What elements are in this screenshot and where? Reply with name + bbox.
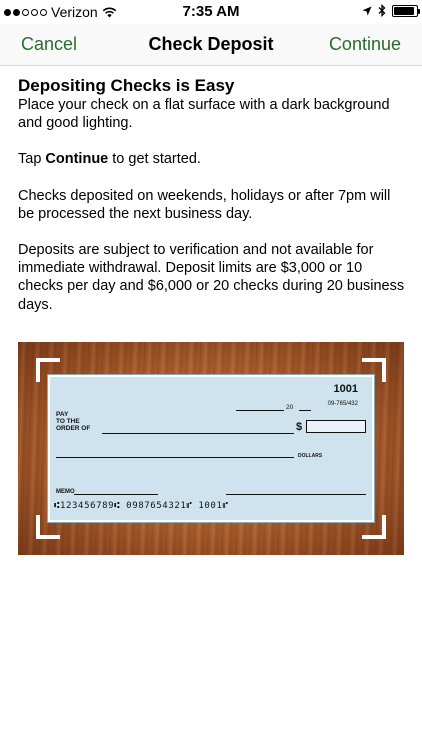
status-right	[362, 4, 420, 17]
check-date-line-year	[299, 410, 311, 411]
limits-note: Deposits are subject to verification and…	[18, 242, 405, 313]
check-pay-line3: ORDER OF	[56, 425, 91, 432]
tap-suffix: to get started.	[108, 151, 201, 168]
check-illustration: 1001 09-765/432 20 PAY TO THE ORDER OF $…	[18, 342, 404, 555]
check-number: 1001	[333, 383, 358, 395]
check-signature-line	[226, 494, 366, 495]
sample-check: 1001 09-765/432 20 PAY TO THE ORDER OF $…	[47, 374, 375, 523]
check-memo-label: MEMO	[56, 489, 75, 495]
check-date-line	[236, 410, 284, 411]
status-bar: Verizon 7:35 AM	[0, 0, 422, 24]
battery-icon	[392, 4, 420, 17]
tap-prefix: Tap	[18, 151, 46, 168]
check-amount-box	[306, 420, 366, 433]
check-dollar-sign: $	[296, 421, 303, 433]
instructions-heading: Depositing Checks is Easy	[18, 76, 235, 95]
battery-level	[394, 6, 414, 15]
check-pay-line2: TO THE	[56, 418, 80, 425]
tap-continue-text: Tap Continue to get started.	[18, 150, 408, 168]
continue-button[interactable]: Continue	[329, 34, 401, 55]
check-pay-to-label: PAY TO THE ORDER OF	[56, 411, 90, 432]
check-pay-line1: PAY	[56, 411, 69, 418]
check-routing-fraction: 09-765/432	[327, 401, 358, 407]
check-date-prefix: 20	[286, 404, 294, 411]
navigation-bar: Cancel Check Deposit Continue	[0, 24, 422, 66]
check-dollars-label: DOLLARS	[298, 453, 323, 459]
weekend-note: Checks deposited on weekends, holidays o…	[18, 187, 391, 222]
check-written-amount-line	[56, 457, 294, 458]
intro-text: Place your check on a flat surface with …	[18, 97, 390, 132]
instructions: Depositing Checks is Easy Place your che…	[18, 76, 408, 314]
location-arrow-icon	[362, 6, 372, 15]
check-micr-line: ⑆123456789⑆ 0987654321⑈ 1001⑈	[54, 501, 229, 511]
status-time: 7:35 AM	[182, 3, 240, 20]
check-memo-line	[74, 494, 158, 495]
cancel-button[interactable]: Cancel	[21, 34, 77, 55]
check-payee-line	[102, 433, 294, 434]
tap-continue-bold: Continue	[45, 151, 109, 168]
bluetooth-icon	[378, 4, 386, 17]
